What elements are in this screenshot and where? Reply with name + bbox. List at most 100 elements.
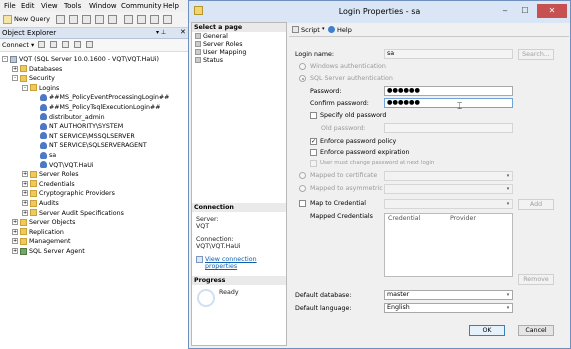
view-connection-properties-link[interactable]: View connection properties: [205, 256, 286, 270]
tree-node[interactable]: distributor_admin: [32, 113, 105, 123]
tree-node[interactable]: NT AUTHORITY\SYSTEM: [32, 122, 123, 132]
page-status[interactable]: Status: [195, 57, 223, 64]
pin-icon[interactable]: ▾ ⊥: [156, 29, 166, 36]
asymmetric-key-combo[interactable]: ▾: [384, 184, 513, 194]
must-change-checkbox[interactable]: [310, 160, 317, 167]
refresh-icon[interactable]: [86, 41, 93, 48]
tree-node[interactable]: + SQL Server Agent: [12, 247, 85, 257]
toolbar-icon-1[interactable]: [56, 15, 65, 24]
connect-icon[interactable]: [38, 41, 45, 48]
windows-auth-label: Windows authentication: [310, 63, 386, 70]
expand-icon[interactable]: +: [12, 248, 18, 254]
windows-auth-radio[interactable]: [299, 63, 306, 70]
tree-node[interactable]: - Security: [12, 74, 55, 84]
enforce-policy-checkbox[interactable]: ✓: [310, 138, 317, 145]
script-dropdown-icon[interactable]: ▾: [322, 26, 325, 32]
page-icon: [195, 57, 201, 63]
default-database-combo[interactable]: master ▾: [384, 290, 513, 300]
tree-node[interactable]: - VQT (SQL Server 10.0.1600 - VQT\VQT.HaU…: [2, 55, 159, 65]
menu-edit[interactable]: Edit: [21, 2, 35, 10]
expand-icon[interactable]: +: [12, 238, 18, 245]
expand-icon[interactable]: +: [12, 219, 18, 226]
password-field[interactable]: ●●●●●●: [384, 86, 513, 96]
tree-node[interactable]: NT SERVICE\SQLSERVERAGENT: [32, 141, 147, 151]
filter-icon[interactable]: [74, 41, 81, 48]
menu-window[interactable]: Window: [89, 2, 117, 10]
script-button[interactable]: Script: [301, 26, 320, 34]
remove-button[interactable]: Remove: [518, 274, 554, 285]
add-button[interactable]: Add: [518, 199, 554, 210]
stop-icon[interactable]: [62, 41, 69, 48]
tree-node[interactable]: + Server Roles: [22, 170, 79, 180]
credential-column-header: Credential: [388, 215, 421, 222]
toolbar-icon-3[interactable]: [82, 15, 91, 24]
tree-node[interactable]: + Databases: [12, 65, 62, 75]
toolbar-icon-7[interactable]: [137, 15, 146, 24]
tree-node[interactable]: - Logins: [22, 84, 59, 94]
confirm-password-field[interactable]: ●●●●●●: [384, 98, 513, 108]
disconnect-icon[interactable]: [50, 41, 57, 48]
tree-node[interactable]: VQT\VQT.HaUi: [32, 161, 94, 171]
help-button[interactable]: Help: [337, 26, 352, 34]
mapped-asymmetric-key-radio[interactable]: [299, 185, 306, 192]
minimize-button[interactable]: ‒: [495, 4, 515, 18]
folder-icon: [30, 209, 37, 217]
connect-button[interactable]: Connect ▾: [2, 41, 34, 49]
new-query-button[interactable]: New Query: [14, 15, 50, 23]
tree-node[interactable]: + Management: [12, 237, 70, 247]
expand-icon[interactable]: +: [22, 200, 28, 206]
expand-icon[interactable]: +: [12, 65, 18, 72]
sql-auth-radio[interactable]: [299, 75, 306, 82]
cancel-button[interactable]: Cancel: [518, 325, 554, 336]
tree-node[interactable]: + Credentials: [22, 180, 75, 190]
toolbar-icon-2[interactable]: [69, 15, 78, 24]
maximize-button[interactable]: ☐: [515, 4, 535, 18]
page-general[interactable]: General: [195, 33, 228, 40]
old-password-field[interactable]: [384, 123, 513, 133]
tree-node[interactable]: NT SERVICE\MSSQLSERVER: [32, 132, 135, 142]
toolbar-icon-6[interactable]: [124, 15, 133, 24]
collapse-icon[interactable]: -: [2, 56, 8, 62]
tree-node[interactable]: + Audits: [22, 199, 59, 209]
menu-file[interactable]: File: [4, 2, 16, 10]
expand-icon[interactable]: +: [22, 190, 28, 197]
expand-icon[interactable]: +: [22, 180, 28, 187]
page-user-mapping[interactable]: User Mapping: [195, 49, 246, 56]
mapped-credentials-grid[interactable]: Credential Provider: [384, 213, 513, 277]
toolbar-icon-5[interactable]: [108, 15, 117, 24]
credential-combo[interactable]: ▾: [384, 199, 513, 209]
toolbar-icon-8[interactable]: [150, 15, 159, 24]
enforce-expiration-checkbox[interactable]: [310, 149, 317, 156]
tree-node[interactable]: + Server Objects: [12, 218, 75, 228]
expand-icon[interactable]: +: [22, 209, 28, 216]
default-language-combo[interactable]: English ▾: [384, 303, 513, 313]
mapped-certificate-radio[interactable]: [299, 172, 306, 179]
tree-node-label: VQT (SQL Server 10.0.1600 - VQT\VQT.HaUi…: [19, 56, 160, 63]
page-server-roles[interactable]: Server Roles: [195, 41, 243, 48]
tree-node[interactable]: ##MS_PolicyEventProcessingLogin##: [32, 93, 169, 103]
expand-icon[interactable]: +: [12, 228, 18, 235]
menu-help[interactable]: Help: [163, 2, 179, 10]
tree-node[interactable]: ##MS_PolicyTsqlExecutionLogin##: [32, 103, 161, 113]
expand-icon[interactable]: +: [22, 171, 28, 178]
tree-node[interactable]: + Replication: [12, 228, 64, 238]
toolbar-icon-4[interactable]: [95, 15, 104, 24]
menu-view[interactable]: View: [41, 2, 58, 10]
tree-node[interactable]: sa: [32, 151, 56, 161]
map-credential-checkbox[interactable]: [299, 200, 306, 207]
collapse-icon[interactable]: -: [22, 84, 28, 91]
ok-button[interactable]: OK: [469, 325, 505, 336]
new-query-icon: [3, 15, 12, 24]
menu-tools[interactable]: Tools: [64, 2, 81, 10]
menu-community[interactable]: Community: [121, 2, 162, 10]
certificate-combo[interactable]: ▾: [384, 171, 513, 181]
tree-node[interactable]: + Cryptographic Providers: [22, 189, 115, 199]
toolbar-icon-9[interactable]: [163, 15, 172, 24]
close-pane-icon[interactable]: ✕: [180, 28, 186, 36]
login-name-field[interactable]: sa: [384, 49, 513, 59]
tree-node[interactable]: + Server Audit Specifications: [22, 209, 124, 219]
collapse-icon[interactable]: -: [12, 75, 18, 82]
specify-old-password-checkbox[interactable]: [310, 112, 317, 119]
close-button[interactable]: ✕: [537, 4, 567, 18]
search-button[interactable]: Search...: [518, 49, 554, 60]
